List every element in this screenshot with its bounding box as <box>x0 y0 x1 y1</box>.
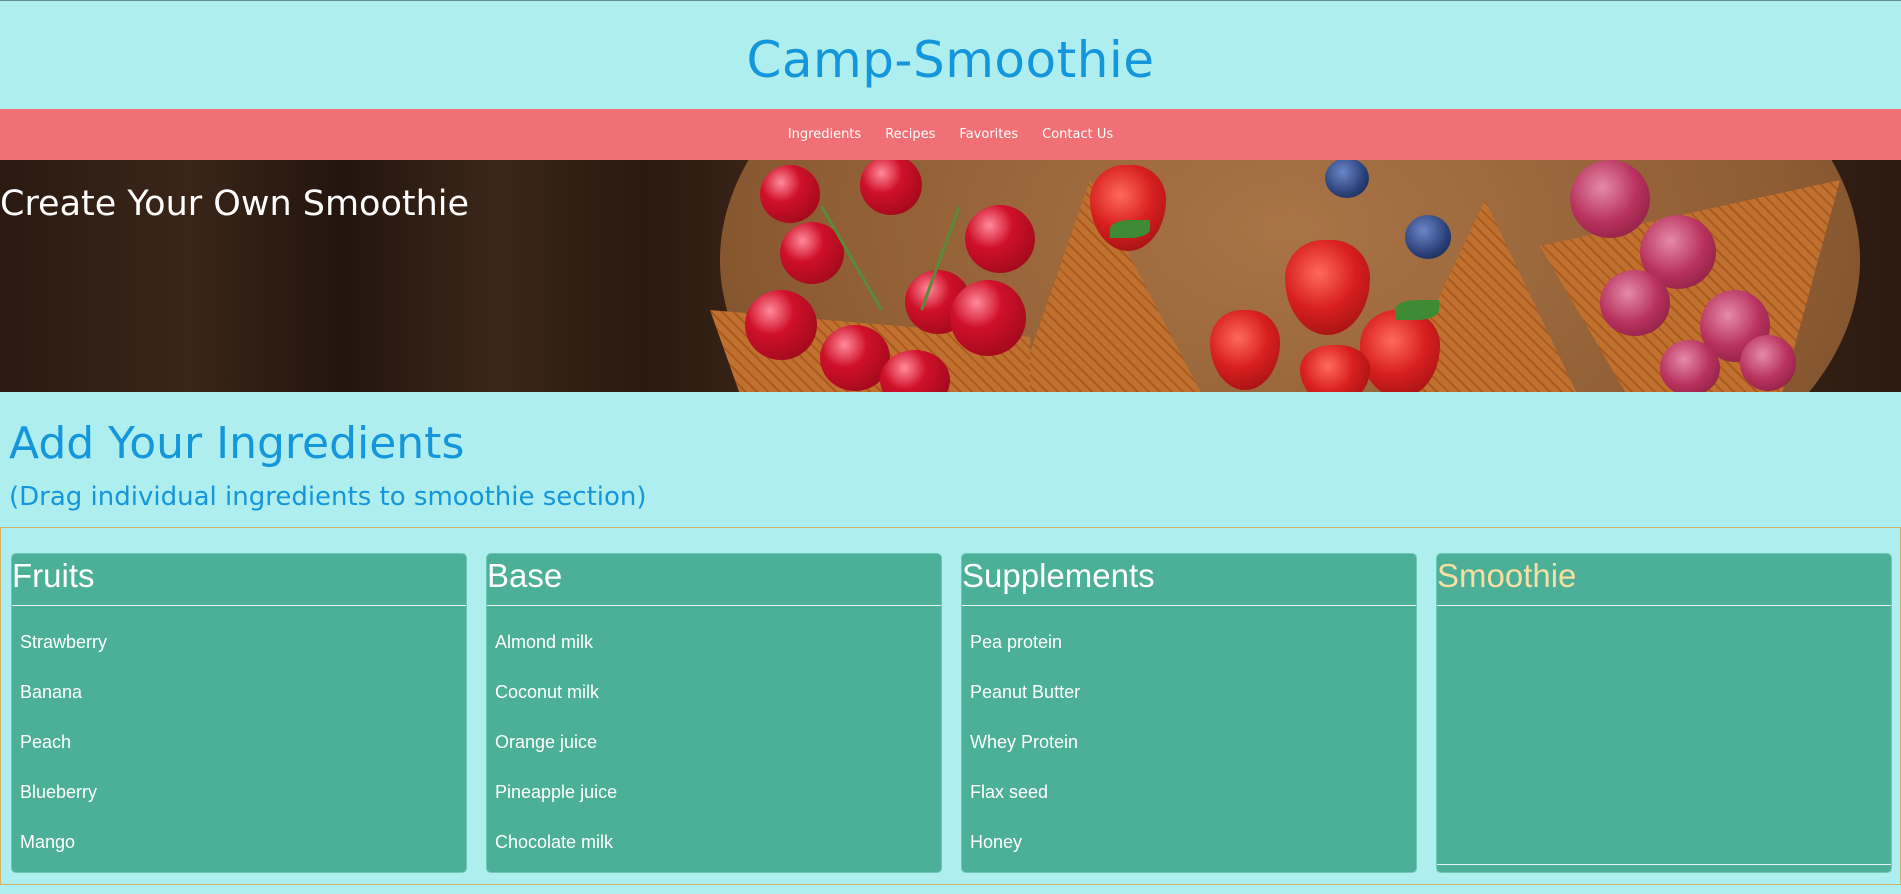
ingredient-item[interactable]: Peach <box>20 732 466 782</box>
ingredient-item[interactable]: Whey Protein <box>970 732 1416 782</box>
cherry <box>965 205 1035 273</box>
column-header: Supplements <box>962 554 1416 606</box>
ingredient-item[interactable]: Pea protein <box>970 632 1416 682</box>
cherry <box>760 165 820 223</box>
ingredient-item[interactable]: Pineapple juice <box>495 782 941 832</box>
ingredient-item[interactable]: Blueberry <box>20 782 466 832</box>
fruits-column: Fruits Strawberry Banana Peach Blueberry… <box>11 553 467 873</box>
cherry <box>745 290 817 360</box>
ingredient-item[interactable]: Chocolate milk <box>495 832 941 882</box>
site-header: Camp-Smoothie <box>0 0 1901 109</box>
ingredients-board: Fruits Strawberry Banana Peach Blueberry… <box>0 527 1901 885</box>
column-title: Supplements <box>962 557 1155 594</box>
ingredient-item[interactable]: Honey <box>970 832 1416 882</box>
supplements-column: Supplements Pea protein Peanut Butter Wh… <box>961 553 1417 873</box>
column-header: Fruits <box>12 554 466 606</box>
ingredients-section-header: Add Your Ingredients (Drag individual in… <box>0 392 1901 513</box>
section-subtitle: (Drag individual ingredients to smoothie… <box>9 482 647 512</box>
ingredient-item[interactable]: Flax seed <box>970 782 1416 832</box>
nav-link-recipes[interactable]: Recipes <box>873 127 947 142</box>
strawberry <box>1300 345 1370 392</box>
raspberry <box>1570 160 1650 238</box>
column-title: Fruits <box>12 557 95 594</box>
site-title: Camp-Smoothie <box>746 31 1155 89</box>
ingredient-item[interactable]: Orange juice <box>495 732 941 782</box>
nav-bar: Ingredients Recipes Favorites Contact Us <box>0 109 1901 160</box>
column-header: Smoothie <box>1437 554 1891 606</box>
column-title: Base <box>487 557 563 594</box>
hero-banner: Create Your Own Smoothie <box>0 160 1901 392</box>
nav-link-contact-us[interactable]: Contact Us <box>1030 127 1125 142</box>
ingredient-item[interactable]: Almond milk <box>495 632 941 682</box>
smoothie-drop-zone[interactable] <box>1437 606 1891 865</box>
ingredient-item[interactable]: Mango <box>20 832 466 882</box>
hero-title: Create Your Own Smoothie <box>0 184 470 224</box>
raspberry <box>1660 340 1720 392</box>
ingredient-item[interactable]: Banana <box>20 682 466 732</box>
smoothie-column: Smoothie <box>1436 553 1892 873</box>
strawberry <box>1360 310 1440 392</box>
ingredient-list: Almond milk Coconut milk Orange juice Pi… <box>487 606 941 882</box>
ingredient-item[interactable]: Strawberry <box>20 632 466 682</box>
blueberry <box>1405 215 1451 259</box>
raspberry <box>1600 270 1670 336</box>
ingredient-list: Strawberry Banana Peach Blueberry Mango <box>12 606 466 882</box>
ingredient-item[interactable]: Peanut Butter <box>970 682 1416 732</box>
nav-link-ingredients[interactable]: Ingredients <box>776 127 873 142</box>
section-title: Add Your Ingredients <box>9 418 465 469</box>
cherry <box>950 280 1026 356</box>
column-header: Base <box>487 554 941 606</box>
ingredient-item[interactable]: Coconut milk <box>495 682 941 732</box>
base-column: Base Almond milk Coconut milk Orange jui… <box>486 553 942 873</box>
ingredient-list: Pea protein Peanut Butter Whey Protein F… <box>962 606 1416 882</box>
nav-link-favorites[interactable]: Favorites <box>947 127 1030 142</box>
column-title: Smoothie <box>1437 557 1577 594</box>
raspberry <box>1740 335 1796 391</box>
